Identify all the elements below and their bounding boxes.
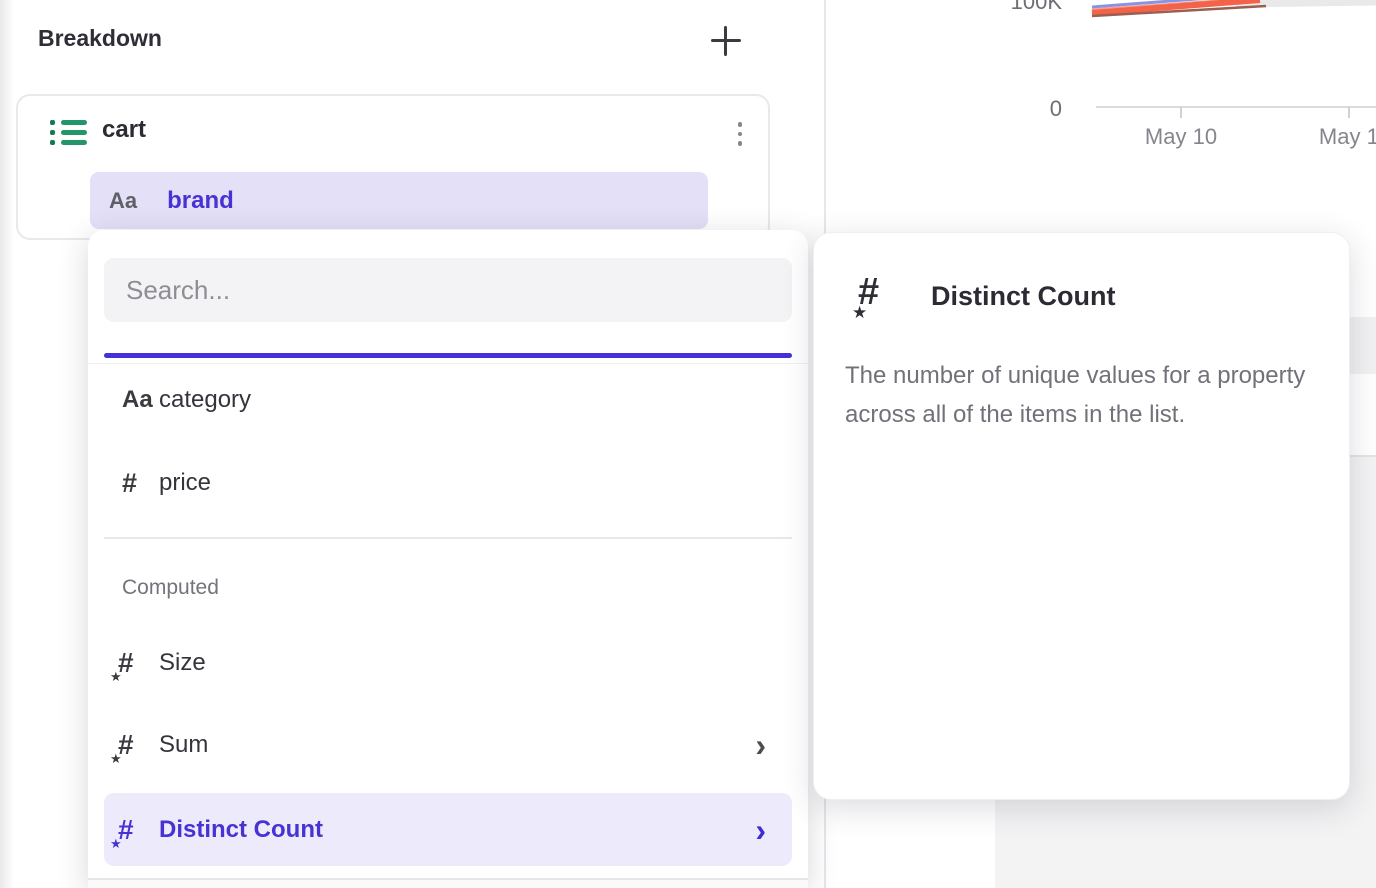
computed-number-icon: # ★ (858, 271, 904, 317)
active-tab-underline (104, 353, 792, 358)
list-top-divider (88, 363, 808, 364)
chevron-right-icon: › (755, 814, 792, 846)
y-axis-label-100k: 100K (996, 0, 1062, 15)
text-type-icon: Aa (109, 188, 137, 214)
dropdown-item-label: Sum (159, 731, 208, 759)
kebab-menu-icon[interactable] (730, 118, 750, 150)
y-axis-label-0: 0 (996, 96, 1062, 122)
tooltip-description: The number of unique values for a proper… (845, 356, 1323, 434)
dropdown-footer (88, 880, 808, 888)
add-breakdown-icon[interactable] (708, 23, 744, 59)
dropdown-item-price[interactable]: # price (104, 455, 792, 511)
breakdown-group-card: cart Aa brand (16, 94, 770, 240)
breakdown-section-title: Breakdown (38, 25, 162, 52)
dropdown-item-label: Size (159, 649, 206, 677)
list-property-icon (50, 120, 87, 145)
dropdown-item-distinct-count[interactable]: # ★ Distinct Count › (104, 793, 792, 866)
x-axis-label-may17: May 17 (1290, 124, 1376, 150)
property-select-dropdown: Aa category # price Computed # ★ Size # … (88, 230, 808, 888)
left-panel-edge-shadow (0, 0, 14, 888)
dropdown-item-label: Distinct Count (159, 816, 323, 844)
dropdown-item-size[interactable]: # ★ Size (104, 635, 792, 691)
x-axis-tick (1348, 106, 1350, 118)
text-type-icon: Aa (104, 386, 159, 414)
selected-property-name: brand (167, 187, 234, 215)
computed-number-icon: # ★ (104, 647, 159, 679)
x-axis-tick (1180, 106, 1182, 118)
dropdown-item-label: category (159, 386, 251, 414)
number-type-icon: # (104, 468, 159, 499)
property-description-tooltip: # ★ Distinct Count The number of unique … (813, 232, 1350, 800)
analytics-app: 100K 0 May 10 May 17 Breakdown cart Aa b… (0, 0, 1376, 888)
computed-number-icon: # ★ (104, 729, 159, 761)
selected-breakdown-property[interactable]: Aa brand (90, 172, 708, 229)
group-property-name[interactable]: cart (102, 116, 146, 144)
x-axis-label-may10: May 10 (1116, 124, 1246, 150)
dropdown-item-category[interactable]: Aa category (104, 372, 792, 428)
chevron-right-icon: › (755, 729, 792, 761)
line-chart (826, 0, 1376, 40)
x-axis-line (1096, 106, 1376, 108)
search-input[interactable] (104, 258, 792, 322)
computed-section-label: Computed (122, 576, 219, 600)
computed-number-icon: # ★ (104, 814, 159, 846)
dropdown-item-sum[interactable]: # ★ Sum › (104, 717, 792, 773)
dropdown-item-label: price (159, 469, 211, 497)
dropdown-section-divider (104, 537, 792, 539)
tooltip-title: Distinct Count (931, 281, 1115, 312)
